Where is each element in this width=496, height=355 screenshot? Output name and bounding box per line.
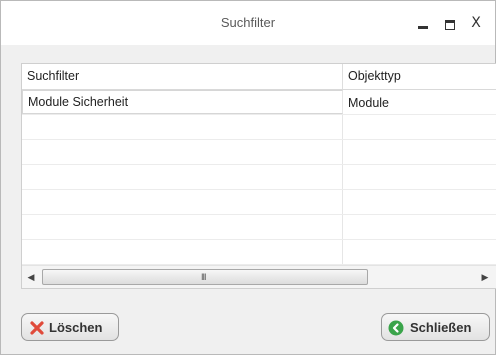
- column-header-objekttyp[interactable]: Objekttyp: [343, 64, 496, 89]
- cell-objekttyp: Module: [348, 96, 389, 110]
- cell-objekttyp: [343, 240, 496, 264]
- table-row[interactable]: Module Sicherheit Module: [22, 90, 496, 115]
- scrollbar-thumb[interactable]: III: [42, 269, 368, 285]
- dialog-window: Suchfilter X Suchfilter Objekttyp Module…: [0, 0, 496, 355]
- green-arrow-circle-icon: [388, 320, 404, 336]
- cell-suchfilter: [22, 190, 343, 214]
- table-row[interactable]: [22, 115, 496, 140]
- scrollbar-grip: III: [201, 272, 206, 282]
- horizontal-scrollbar[interactable]: ◀ III ▶: [22, 265, 496, 288]
- cell-objekttyp: [343, 115, 496, 139]
- table-row[interactable]: [22, 140, 496, 165]
- delete-button[interactable]: Löschen: [21, 313, 119, 341]
- scroll-right-button[interactable]: ▶: [478, 269, 492, 285]
- column-header-suchfilter[interactable]: Suchfilter: [22, 64, 343, 89]
- close-button[interactable]: Schließen: [381, 313, 490, 341]
- cell-suchfilter: [22, 165, 343, 189]
- cell-objekttyp: [343, 165, 496, 189]
- table-header: Suchfilter Objekttyp: [22, 64, 496, 90]
- table-body: Module Sicherheit Module: [22, 90, 496, 265]
- filter-table: Suchfilter Objekttyp Module Sicherheit M…: [21, 63, 496, 289]
- table-row[interactable]: [22, 240, 496, 265]
- maximize-icon: [445, 20, 455, 30]
- close-button-label: Schließen: [410, 320, 472, 335]
- close-icon: X: [471, 15, 481, 31]
- cell-suchfilter: [22, 115, 343, 139]
- cell-objekttyp: [343, 140, 496, 164]
- minimize-icon: [418, 26, 428, 29]
- cell-suchfilter: [22, 215, 343, 239]
- red-x-icon: [30, 321, 44, 335]
- close-window-button[interactable]: X: [465, 12, 487, 32]
- maximize-button[interactable]: [439, 12, 461, 32]
- cell-suchfilter: [22, 140, 343, 164]
- table-row[interactable]: [22, 165, 496, 190]
- table-row[interactable]: [22, 215, 496, 240]
- cell-suchfilter: [22, 240, 343, 264]
- cell-objekttyp: [343, 215, 496, 239]
- delete-button-label: Löschen: [49, 320, 103, 335]
- cell-objekttyp: [343, 190, 496, 214]
- minimize-button[interactable]: [413, 12, 435, 32]
- scroll-left-button[interactable]: ◀: [24, 269, 38, 285]
- cell-suchfilter: Module Sicherheit: [22, 90, 343, 114]
- table-row[interactable]: [22, 190, 496, 215]
- title-bar: Suchfilter X: [1, 1, 495, 45]
